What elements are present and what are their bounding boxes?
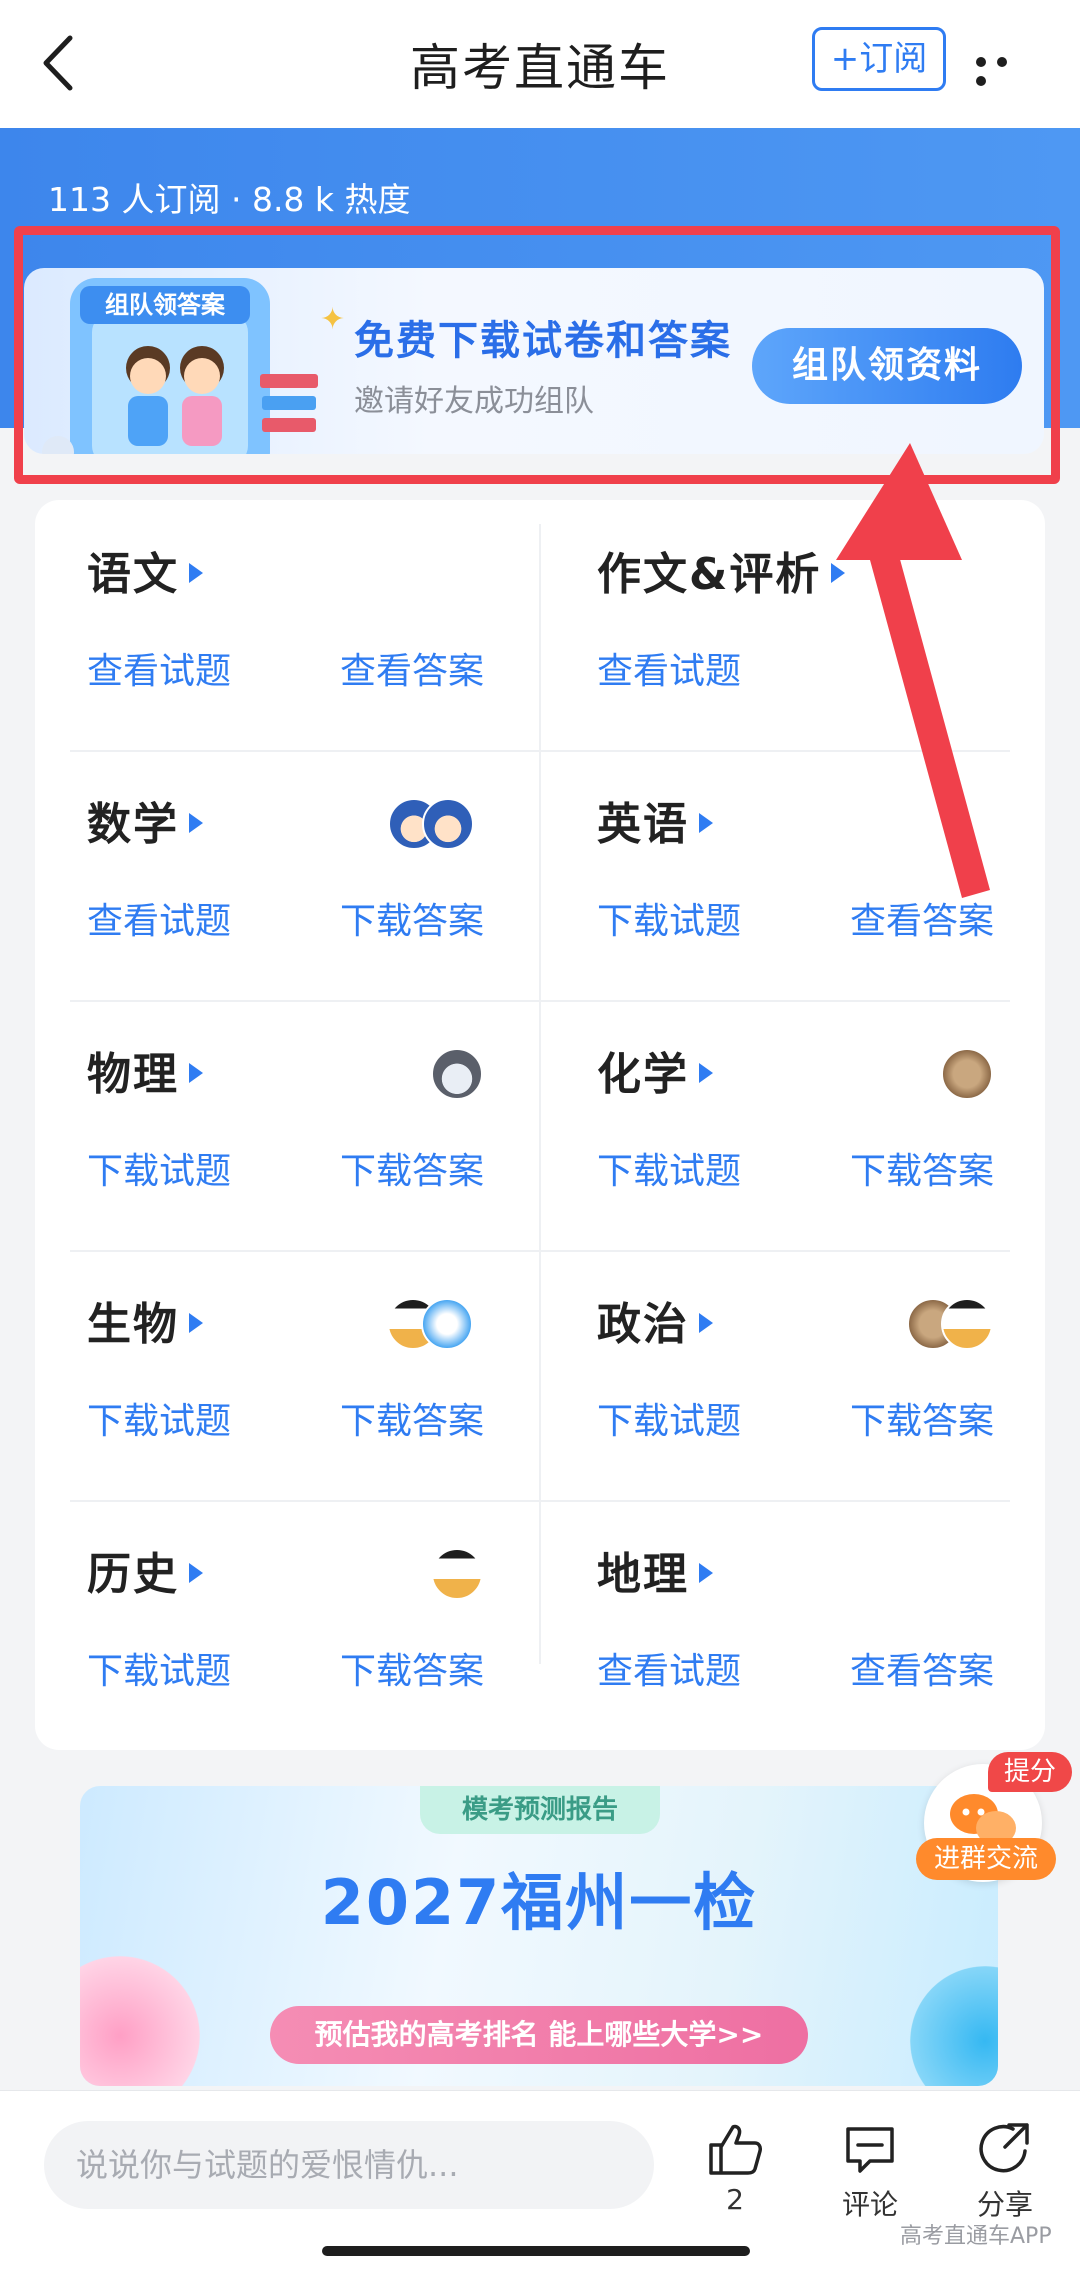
download-questions-link[interactable]: 下载试题 [87,1392,231,1444]
subject-name: 政治 [597,1299,689,1350]
subject-name: 历史 [87,1549,179,1600]
group-chat-widget[interactable]: 提分 进群交流 [916,1752,1072,1882]
download-answers-link[interactable]: 下载答案 [340,1392,484,1444]
boost-badge: 提分 [988,1752,1072,1792]
subject-cell-english: 英语 下载试题 查看答案 [540,750,1045,1000]
subject-cell-chinese: 语文 查看试题 查看答案 [35,500,540,750]
play-triangle-icon [189,1563,203,1583]
subject-title[interactable]: 英语 [597,788,713,852]
promo-title: 2027福州一检 [320,1866,758,1939]
decor-shape [80,1956,200,2086]
subject-title[interactable]: 生物 [87,1288,203,1352]
avatar [422,798,474,850]
more-icon[interactable] [976,52,1036,86]
play-triangle-icon [699,1063,713,1083]
subject-cell-physics: 物理 下载试题 下载答案 [35,1000,540,1250]
download-answers-link[interactable]: 下载答案 [850,1392,994,1444]
view-answers-link[interactable]: 查看答案 [850,1642,994,1694]
download-questions-link[interactable]: 下载试题 [87,1142,231,1194]
download-questions-link[interactable]: 下载试题 [597,892,741,944]
share-button[interactable]: 分享 [955,2119,1055,2223]
comment-input[interactable]: 说说你与试题的爱恨情仇... [44,2121,654,2209]
subject-cell-biology: 生物 下载试题 下载答案 [35,1250,540,1500]
play-triangle-icon [831,563,846,583]
view-answers-link[interactable]: 查看答案 [340,642,484,694]
subject-title[interactable]: 地理 [597,1538,713,1602]
download-questions-link[interactable]: 下载试题 [597,1142,741,1194]
subject-cell-politics: 政治 下载试题 下载答案 [540,1250,1045,1500]
play-triangle-icon [189,1063,203,1083]
view-questions-link[interactable]: 查看试题 [87,642,231,694]
download-answers-link[interactable]: 下载答案 [340,892,484,944]
subject-name: 作文&评析 [597,549,822,600]
play-triangle-icon [189,813,203,833]
decor-shape [910,1966,998,2086]
play-triangle-icon [699,813,713,833]
play-triangle-icon [189,563,203,583]
download-answers-link[interactable]: 下载答案 [340,1642,484,1694]
subject-cell-chemistry: 化学 下载试题 下载答案 [540,1000,1045,1250]
download-answers-link[interactable]: 下载答案 [340,1142,484,1194]
share-label: 分享 [976,2188,1033,2221]
share-icon [979,2123,1029,2173]
play-triangle-icon [699,1563,713,1583]
subject-cell-composition: 作文&评析 查看试题 [540,500,1045,750]
app-watermark: 高考直通车APP [900,2224,1052,2249]
subject-grid: 语文 查看试题 查看答案 作文&评析 查看试题 数学 查看试题 下载答案 英语 … [35,500,1045,1750]
like-button[interactable]: 2 [685,2119,785,2216]
subscription-stats: 113 人订阅 · 8.8 k 热度 [48,180,411,219]
highlight-box [14,226,1060,484]
comment-label: 评论 [841,2188,898,2221]
subject-cell-math: 数学 查看试题 下载答案 [35,750,540,1000]
top-nav-bar: 高考直通车 +订阅 [0,0,1080,128]
subject-cell-history: 历史 下载试题 下载答案 [35,1500,540,1750]
subject-title[interactable]: 化学 [597,1038,713,1102]
subject-title[interactable]: 物理 [87,1038,203,1102]
subject-name: 化学 [597,1049,689,1100]
subject-name: 地理 [597,1549,689,1600]
subject-title[interactable]: 历史 [87,1538,203,1602]
view-answers-link[interactable]: 查看答案 [850,892,994,944]
avatar [941,1298,993,1350]
subject-title[interactable]: 政治 [597,1288,713,1352]
view-questions-link[interactable]: 查看试题 [87,892,231,944]
avatar [421,1298,473,1350]
like-icon [709,2124,762,2175]
subject-name: 英语 [597,799,689,850]
comment-icon [846,2127,894,2173]
avatar [431,1548,483,1600]
avatar [431,1048,483,1100]
estimate-rank-button[interactable]: 预估我的高考排名 能上哪些大学>> [270,2006,808,2064]
view-questions-link[interactable]: 查看试题 [597,1642,741,1694]
home-indicator[interactable] [322,2246,750,2256]
subject-title[interactable]: 语文 [87,538,203,602]
subject-name: 数学 [87,799,179,850]
exam-forecast-card[interactable]: 模考预测报告 2027福州一检 预估我的高考排名 能上哪些大学>> [80,1786,998,2086]
subscribe-button[interactable]: +订阅 [812,27,946,91]
avatar [941,1048,993,1100]
view-questions-link[interactable]: 查看试题 [597,642,741,694]
download-questions-link[interactable]: 下载试题 [597,1392,741,1444]
subject-name: 生物 [87,1299,179,1350]
comment-button[interactable]: 评论 [820,2119,920,2223]
subject-cell-geography: 地理 查看试题 查看答案 [540,1500,1045,1750]
play-triangle-icon [699,1313,713,1333]
download-questions-link[interactable]: 下载试题 [87,1642,231,1694]
subject-title[interactable]: 作文&评析 [597,538,846,602]
subject-name: 语文 [87,549,179,600]
report-tag: 模考预测报告 [420,1786,660,1834]
play-triangle-icon [189,1313,203,1333]
join-group-label: 进群交流 [916,1838,1056,1880]
download-answers-link[interactable]: 下载答案 [850,1142,994,1194]
subject-name: 物理 [87,1049,179,1100]
like-count: 2 [726,2183,744,2216]
subject-title[interactable]: 数学 [87,788,203,852]
